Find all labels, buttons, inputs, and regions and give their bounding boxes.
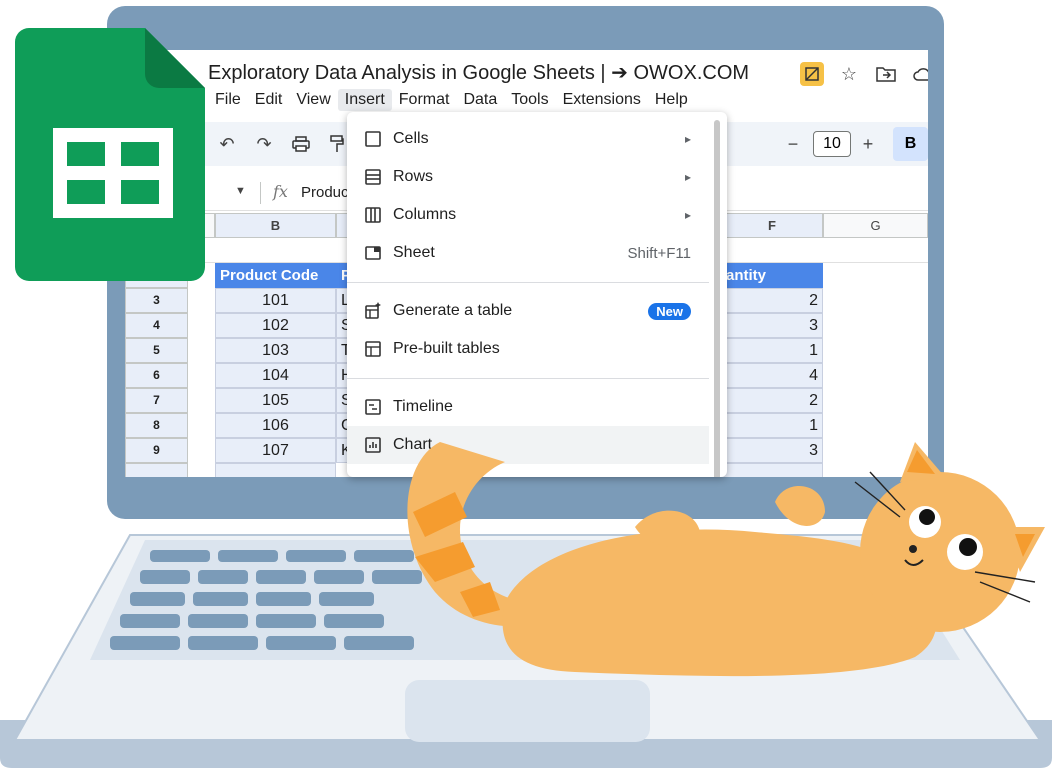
row-header[interactable]: 8 [125,413,188,438]
google-sheets-logo [15,28,205,281]
checkbox-square-icon [363,129,383,149]
row-header[interactable]: 4 [125,313,188,338]
submenu-arrow-icon: ▸ [684,132,691,146]
row-header[interactable]: 7 [125,388,188,413]
menu-edit[interactable]: Edit [248,89,290,111]
menu-bar: File Edit View Insert Format Data Tools … [208,89,695,111]
insert-menu-dropdown: Cells ▸ Rows ▸ Columns ▸ Sheet Shift+F11… [347,112,727,477]
sheet-icon [363,243,383,263]
timeline-icon [363,397,383,417]
bold-button[interactable]: B [893,127,928,161]
cell-product-code[interactable]: 102 [215,313,336,338]
paint-format-icon[interactable] [325,132,349,156]
no-fill-icon[interactable] [800,62,824,86]
column-header-f[interactable]: F [721,213,823,238]
print-icon[interactable] [289,132,313,156]
cell-quantity[interactable]: 3 [721,313,823,338]
divider [260,182,261,204]
column-header-b[interactable]: B [215,213,336,238]
formula-input[interactable]: Produc [301,184,349,201]
cell-product-code[interactable]: 104 [215,363,336,388]
menu-separator [347,378,709,379]
cell-product-code[interactable]: 103 [215,338,336,363]
undo-icon[interactable]: ↶ [215,132,239,156]
menu-insert[interactable]: Insert [337,89,392,111]
insert-cells-item[interactable]: Cells ▸ [347,120,709,158]
name-box-dropdown-icon[interactable]: ▼ [235,185,246,197]
font-size-input[interactable]: 10 [813,131,851,157]
cell-quantity[interactable]: 2 [721,388,823,413]
move-to-folder-icon[interactable] [874,62,898,86]
increase-font-size-button[interactable]: + [856,132,880,156]
decrease-font-size-button[interactable]: − [781,132,805,156]
cell-quantity[interactable]: 4 [721,363,823,388]
cell-product-code[interactable] [215,463,336,477]
insert-columns-item[interactable]: Columns ▸ [347,196,709,234]
menu-data[interactable]: Data [456,89,504,111]
row-header[interactable]: 3 [125,288,188,313]
cloud-status-icon[interactable] [911,62,928,86]
insert-rows-item[interactable]: Rows ▸ [347,158,709,196]
cell-product-code[interactable]: 106 [215,413,336,438]
shortcut-label: Shift+F11 [627,244,691,262]
timeline-item[interactable]: Timeline [347,388,709,426]
header-cell-quantity[interactable]: antity [721,263,823,288]
menu-tools[interactable]: Tools [504,89,555,111]
row-header[interactable]: 9 [125,438,188,463]
menu-scrollbar[interactable] [714,120,720,477]
menu-extensions[interactable]: Extensions [556,89,648,111]
row-header[interactable]: 5 [125,338,188,363]
cell-quantity[interactable]: 2 [721,288,823,313]
cat-illustration [395,432,1052,690]
menu-file[interactable]: File [208,89,248,111]
menu-view[interactable]: View [289,89,337,111]
star-icon[interactable]: ☆ [837,62,861,86]
generate-table-item[interactable]: Generate a table New [347,292,709,330]
header-cell-product-code[interactable]: Product Code [215,263,336,288]
cell-product-code[interactable]: 101 [215,288,336,313]
table-icon [363,339,383,359]
menu-help[interactable]: Help [648,89,695,111]
menu-separator [347,282,709,283]
rows-icon [363,167,383,187]
cell-product-code[interactable]: 107 [215,438,336,463]
cell-quantity[interactable]: 1 [721,338,823,363]
columns-icon [363,205,383,225]
redo-icon[interactable]: ↷ [252,132,276,156]
chart-icon [363,435,383,455]
document-title[interactable]: Exploratory Data Analysis in Google Shee… [208,60,749,85]
prebuilt-tables-item[interactable]: Pre-built tables [347,330,709,368]
submenu-arrow-icon: ▸ [684,170,691,184]
column-header-g[interactable]: G [823,213,928,238]
cell-product-code[interactable]: 105 [215,388,336,413]
insert-sheet-item[interactable]: Sheet Shift+F11 [347,234,709,272]
fx-icon: fx [273,182,288,201]
new-badge: New [648,302,691,320]
row-header[interactable]: 6 [125,363,188,388]
row-header[interactable] [125,463,188,477]
generate-table-icon [363,301,383,321]
menu-format[interactable]: Format [392,89,457,111]
submenu-arrow-icon: ▸ [684,208,691,222]
